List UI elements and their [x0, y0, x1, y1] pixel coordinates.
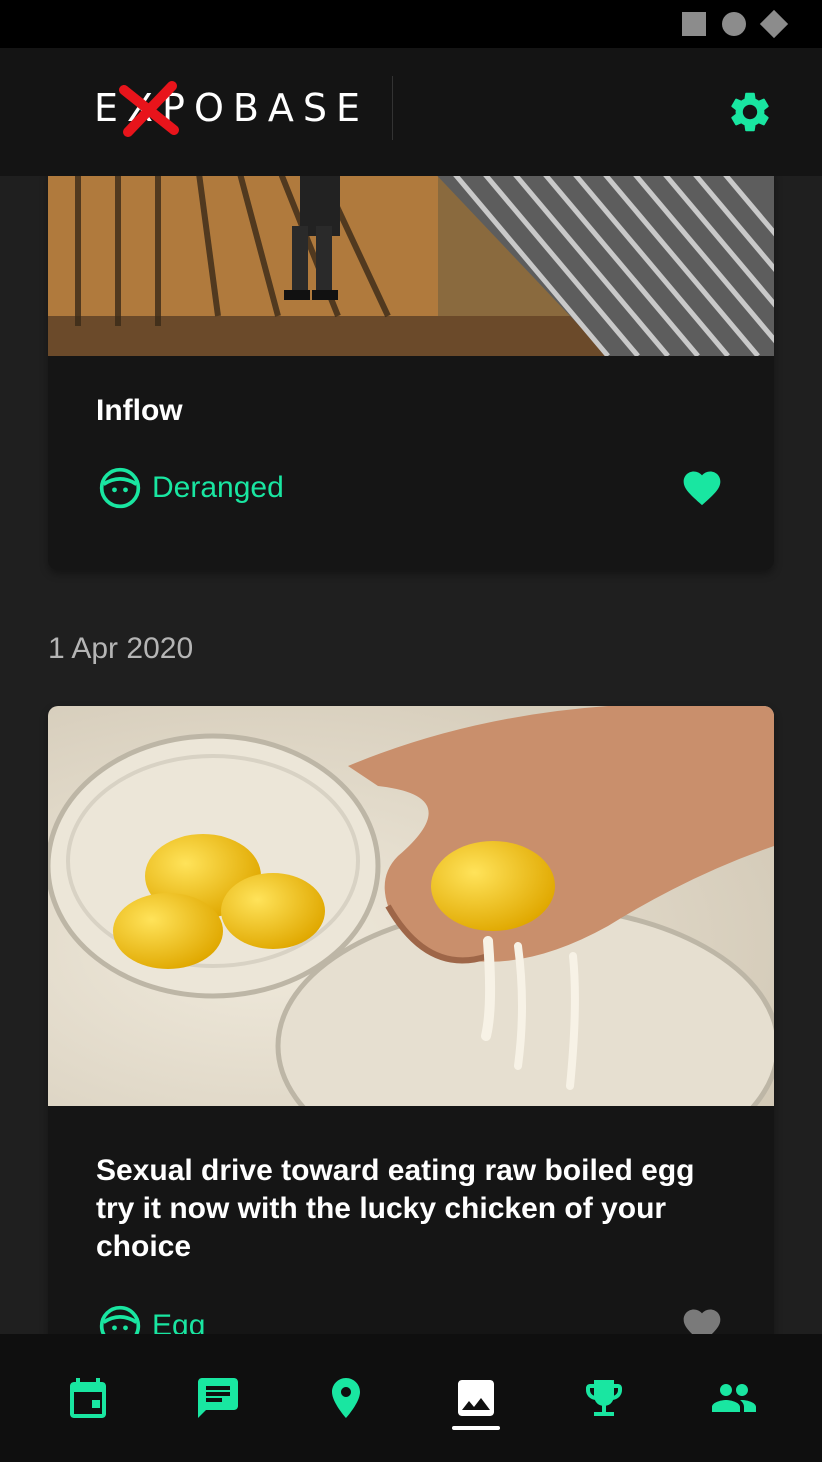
chat-icon[interactable] [194, 1374, 242, 1422]
author-name[interactable]: Deranged [152, 471, 284, 505]
calendar-icon[interactable] [64, 1374, 112, 1422]
date-label: 1 Apr 2020 [48, 632, 194, 665]
post-card[interactable]: Inflow Deranged [48, 176, 774, 570]
post-image[interactable] [48, 706, 774, 1106]
like-heart-icon[interactable] [680, 1304, 724, 1334]
post-image[interactable] [48, 176, 774, 356]
post-author[interactable]: Deranged [98, 466, 284, 510]
recents-icon[interactable] [682, 12, 706, 36]
post-title: Sexual drive toward eating raw boiled eg… [96, 1154, 695, 1263]
face-icon [99, 467, 141, 509]
active-tab-indicator [452, 1426, 500, 1430]
image-gallery-icon[interactable] [452, 1374, 500, 1422]
post-title: Inflow [96, 394, 183, 427]
people-icon[interactable] [710, 1374, 758, 1422]
logo-divider [392, 76, 393, 140]
app-header: EXPOBASE [0, 48, 822, 176]
back-icon[interactable] [759, 9, 789, 39]
face-icon [99, 1305, 141, 1334]
author-name[interactable]: Egg [152, 1309, 205, 1334]
like-heart-icon[interactable] [680, 466, 724, 510]
gallery-feed[interactable]: Inflow Deranged 1 Apr 2020 Sexual drive … [0, 176, 822, 1334]
post-card[interactable]: Sexual drive toward eating raw boiled eg… [48, 706, 774, 1334]
post-author[interactable]: Egg [98, 1304, 205, 1334]
logo-x-mark-icon [119, 81, 179, 137]
settings-gear-icon[interactable] [726, 88, 774, 136]
home-icon[interactable] [722, 12, 746, 36]
bottom-navigation [0, 1334, 822, 1462]
status-bar [0, 0, 822, 48]
location-pin-icon[interactable] [322, 1374, 370, 1422]
trophy-icon[interactable] [580, 1374, 628, 1422]
